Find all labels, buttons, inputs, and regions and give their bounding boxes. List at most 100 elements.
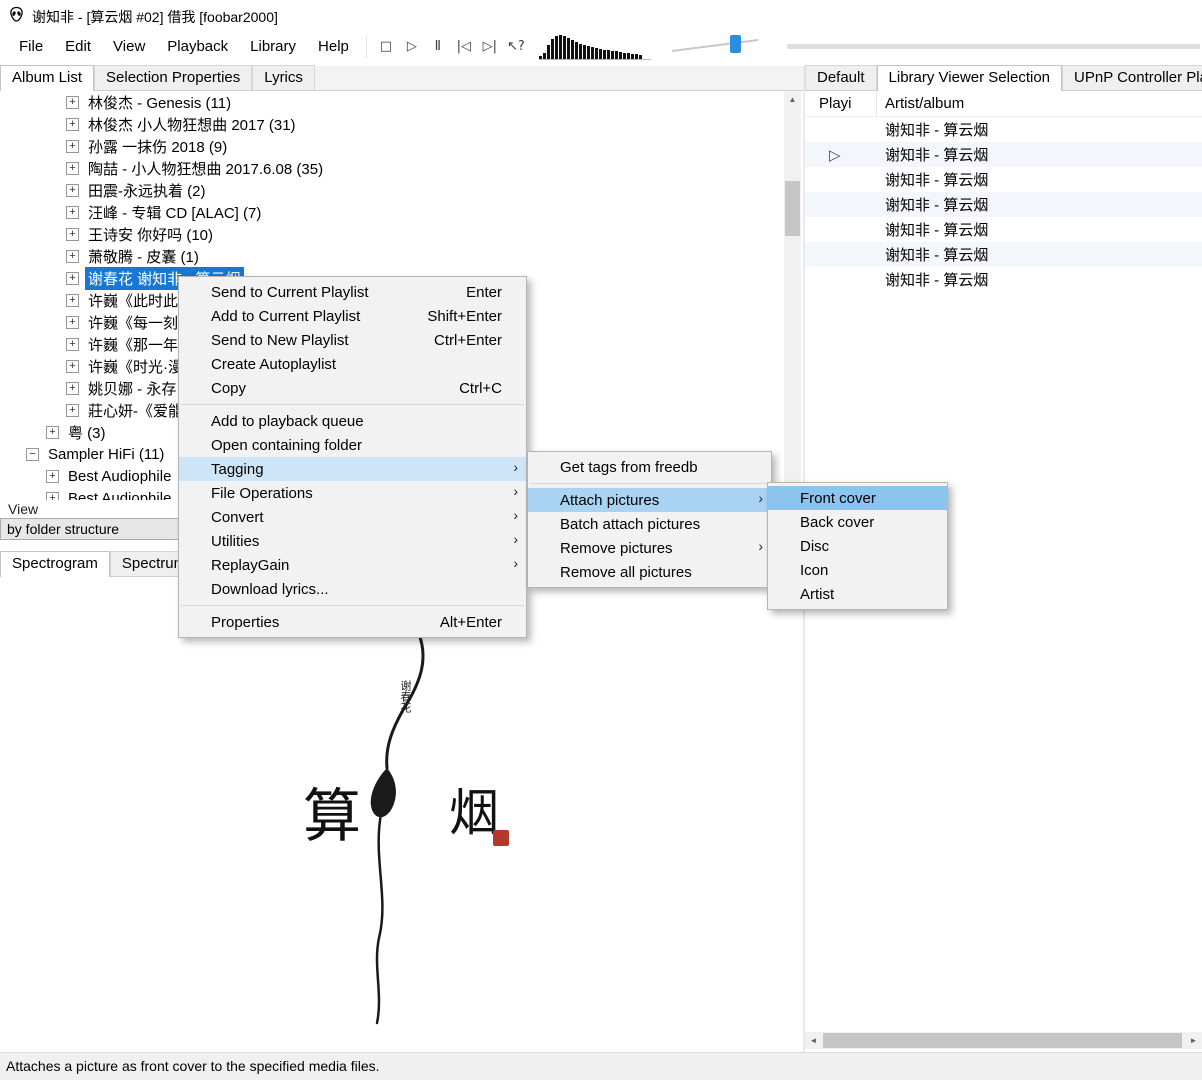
expand-icon[interactable]: + <box>66 183 79 197</box>
tab-selection-properties[interactable]: Selection Properties <box>94 65 253 90</box>
playlist-row[interactable]: 谢知非 - 算云烟 <box>805 267 1202 292</box>
expand-icon[interactable]: + <box>66 227 79 241</box>
tree-item[interactable]: + 田震-永远执着 (2) <box>0 179 783 201</box>
menu-item-icon[interactable]: Icon <box>768 558 947 582</box>
collapse-icon[interactable]: − <box>26 447 39 461</box>
left-tabstrip: Album List Selection Properties Lyrics <box>0 65 803 91</box>
menu-playback[interactable]: Playback <box>156 33 239 60</box>
expand-icon[interactable]: + <box>66 337 79 351</box>
column-header-artist-album[interactable]: Artist/album <box>877 95 1202 112</box>
menu-item-add-to-current-playlist[interactable]: Add to Current Playlist Shift+Enter <box>179 304 526 328</box>
menu-item-replaygain[interactable]: ReplayGain › <box>179 553 526 577</box>
menu-item-add-to-playback-queue[interactable]: Add to playback queue <box>179 409 526 433</box>
menu-item-convert[interactable]: Convert › <box>179 505 526 529</box>
tab-album-list[interactable]: Album List <box>0 65 95 91</box>
playlist-row[interactable]: 谢知非 - 算云烟 <box>805 242 1202 267</box>
expand-icon[interactable]: + <box>66 139 79 153</box>
attach-pictures-submenu: Front cover Back cover Disc Icon Artist <box>767 482 948 610</box>
menu-item-artist[interactable]: Artist <box>768 582 947 606</box>
expand-icon[interactable]: + <box>66 403 79 417</box>
scroll-left-icon[interactable]: ◄ <box>805 1032 822 1049</box>
menu-help[interactable]: Help <box>307 33 360 60</box>
menu-item-front-cover[interactable]: Front cover <box>768 486 947 510</box>
expand-icon[interactable]: + <box>66 117 79 131</box>
menu-item-remove-all-pictures[interactable]: Remove all pictures <box>528 560 771 584</box>
expand-icon[interactable]: + <box>66 293 79 307</box>
menu-item-copy[interactable]: Copy Ctrl+C <box>179 376 526 400</box>
context-help-button[interactable]: ↖? <box>503 35 529 59</box>
playlist-h-scrollbar[interactable]: ◄ ► <box>805 1032 1202 1049</box>
menu-item-utilities[interactable]: Utilities › <box>179 529 526 553</box>
tab-default[interactable]: Default <box>805 65 877 90</box>
expand-icon[interactable]: + <box>46 491 59 500</box>
menu-item-remove-pictures[interactable]: Remove pictures › <box>528 536 771 560</box>
album-art: 谢春花 算 烟 <box>303 624 509 1025</box>
expand-icon[interactable]: + <box>66 249 79 263</box>
tree-item[interactable]: + 林俊杰 - Genesis (11) <box>0 91 783 113</box>
pause-button[interactable]: Ⅱ <box>425 35 451 59</box>
seek-bar-wrap <box>786 44 1200 49</box>
submenu-arrow-icon: › <box>758 538 763 554</box>
expand-icon[interactable]: + <box>66 205 79 219</box>
expand-icon[interactable]: + <box>66 271 79 285</box>
stop-button[interactable]: □ <box>373 35 399 59</box>
expand-icon[interactable]: + <box>46 469 59 483</box>
menu-item-attach-pictures[interactable]: Attach pictures › <box>528 488 771 512</box>
menu-edit[interactable]: Edit <box>54 33 102 60</box>
menu-item-properties[interactable]: Properties Alt+Enter <box>179 610 526 634</box>
tab-spectrogram[interactable]: Spectrogram <box>0 551 110 577</box>
tab-library-viewer-selection[interactable]: Library Viewer Selection <box>876 65 1063 91</box>
previous-icon: |◁ <box>456 39 472 54</box>
expand-icon[interactable]: + <box>46 425 59 439</box>
tree-item[interactable]: + 孙露 一抹伤 2018 (9) <box>0 135 783 157</box>
tree-scrollbar-thumb[interactable] <box>785 181 800 236</box>
column-header-playing[interactable]: Playi <box>805 91 877 116</box>
tree-scrollbar[interactable]: ▲ ▼ <box>784 91 801 500</box>
tab-upnp-controller[interactable]: UPnP Controller Pla <box>1062 65 1202 90</box>
playlist-row[interactable]: 谢知非 - 算云烟 <box>805 192 1202 217</box>
menu-item-file-operations[interactable]: File Operations › <box>179 481 526 505</box>
scroll-right-icon[interactable]: ► <box>1185 1032 1202 1049</box>
tab-lyrics[interactable]: Lyrics <box>252 65 315 90</box>
tree-item[interactable]: + 林俊杰 小人物狂想曲 2017 (31) <box>0 113 783 135</box>
menu-item-send-to-current-playlist[interactable]: Send to Current Playlist Enter <box>179 280 526 304</box>
scroll-up-icon[interactable]: ▲ <box>784 91 801 108</box>
menu-item-back-cover[interactable]: Back cover <box>768 510 947 534</box>
menu-item-create-autoplaylist[interactable]: Create Autoplaylist <box>179 352 526 376</box>
expand-icon[interactable]: + <box>66 359 79 373</box>
menu-view[interactable]: View <box>102 33 156 60</box>
playlist-row[interactable]: 谢知非 - 算云烟 <box>805 217 1202 242</box>
pause-icon: Ⅱ <box>434 39 442 54</box>
tree-item[interactable]: + 萧敬腾 - 皮囊 (1) <box>0 245 783 267</box>
seek-bar[interactable] <box>786 44 1200 49</box>
play-button[interactable]: ▷ <box>399 35 425 59</box>
expand-icon[interactable]: + <box>66 315 79 329</box>
tree-item[interactable]: + 王诗安 你好吗 (10) <box>0 223 783 245</box>
menu-item-batch-attach-pictures[interactable]: Batch attach pictures <box>528 512 771 536</box>
expand-icon[interactable]: + <box>66 381 79 395</box>
tree-item[interactable]: + 陶喆 - 小人物狂想曲 2017.6.08 (35) <box>0 157 783 179</box>
tree-item[interactable]: + 汪峰 - 专辑 CD [ALAC] (7) <box>0 201 783 223</box>
menu-item-download-lyrics[interactable]: Download lyrics... <box>179 577 526 601</box>
menu-item-open-containing-folder[interactable]: Open containing folder <box>179 433 526 457</box>
previous-track-button[interactable]: |◁ <box>451 35 477 59</box>
playlist-row[interactable]: 谢知非 - 算云烟 <box>805 117 1202 142</box>
foobar2000-window: 谢知非 - [算云烟 #02] 借我 [foobar2000] File Edi… <box>0 0 1202 1080</box>
tagging-submenu: Get tags from freedb Attach pictures › Ba… <box>527 451 772 588</box>
menu-item-get-tags-from-freedb[interactable]: Get tags from freedb <box>528 455 771 479</box>
expand-icon[interactable]: + <box>66 161 79 175</box>
window-title: 谢知非 - [算云烟 #02] 借我 [foobar2000] <box>32 9 278 25</box>
menu-item-disc[interactable]: Disc <box>768 534 947 558</box>
menu-library[interactable]: Library <box>239 33 307 60</box>
menu-item-send-to-new-playlist[interactable]: Send to New Playlist Ctrl+Enter <box>179 328 526 352</box>
next-track-button[interactable]: ▷| <box>477 35 503 59</box>
menu-file[interactable]: File <box>8 33 54 60</box>
expand-icon[interactable]: + <box>66 95 79 109</box>
menu-separator <box>181 404 524 405</box>
playlist-row-playing[interactable]: ▷ 谢知非 - 算云烟 <box>805 142 1202 167</box>
menu-item-tagging[interactable]: Tagging › <box>179 457 526 481</box>
volume-slider[interactable] <box>669 31 761 62</box>
h-scrollbar-thumb[interactable] <box>823 1033 1182 1048</box>
context-menu: Send to Current Playlist Enter Add to Cur… <box>178 276 527 638</box>
playlist-row[interactable]: 谢知非 - 算云烟 <box>805 167 1202 192</box>
